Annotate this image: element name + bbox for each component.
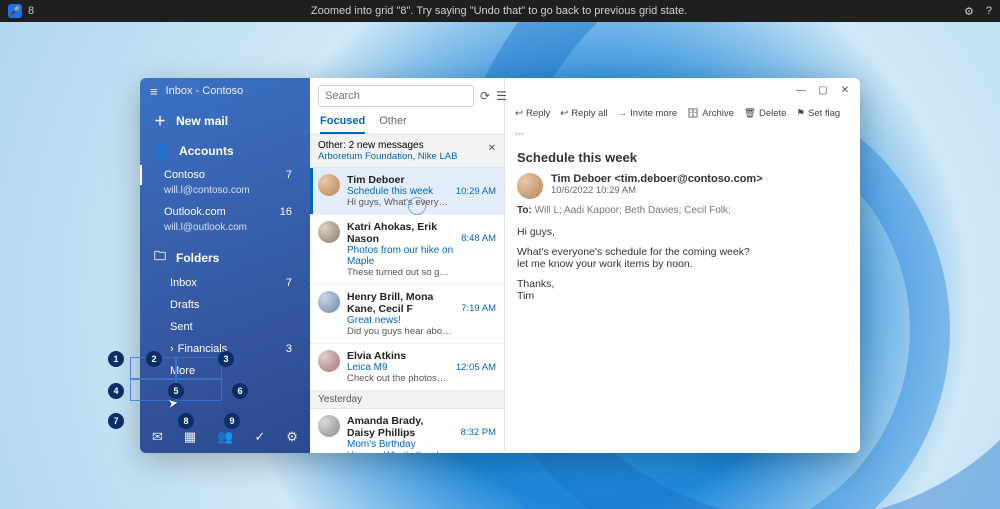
- todo-icon[interactable]: ✓: [254, 429, 265, 445]
- message-item[interactable]: Katri Ahokas, Erik NasonPhotos from our …: [310, 215, 504, 285]
- sent-date: 10/6/2022 10:29 AM: [551, 185, 763, 196]
- tab-other[interactable]: Other: [379, 115, 407, 134]
- message-list-pane: ⟳ ☰ Focused Other Other: 2 new messages …: [310, 78, 505, 453]
- maximize-button[interactable]: ▢: [814, 81, 832, 99]
- folder-icon: 🗀: [154, 247, 166, 268]
- set-flag-button[interactable]: ⚑ Set flag: [796, 108, 840, 119]
- account-contoso-email: will.l@contoso.com: [140, 185, 310, 202]
- voice-hint: Zoomed into grid "8". Try saying "Undo t…: [34, 5, 964, 17]
- hamburger-icon[interactable]: ≡: [150, 84, 158, 99]
- folder-inbox[interactable]: Inbox7: [140, 272, 310, 294]
- cursor-icon: ➤: [167, 395, 179, 411]
- grid-number[interactable]: 8: [178, 413, 194, 429]
- archive-button[interactable]: 🗄 Archive: [687, 108, 734, 119]
- grid-number[interactable]: 4: [108, 383, 124, 399]
- grid-number[interactable]: 1: [108, 351, 124, 367]
- mail-window: ≡ Inbox - Contoso ＋ New mail 👤 Accounts …: [140, 78, 860, 453]
- account-outlook-email: will.l@outlook.com: [140, 222, 310, 239]
- avatar: [318, 415, 340, 437]
- grid-number[interactable]: 3: [218, 351, 234, 367]
- close-button[interactable]: ✕: [836, 81, 854, 99]
- voice-focus-ring: [408, 197, 426, 215]
- person-icon: 👤: [154, 144, 169, 158]
- reply-button[interactable]: ↩ Reply: [515, 108, 550, 119]
- grid-number[interactable]: 2: [146, 351, 162, 367]
- accounts-header[interactable]: 👤 Accounts: [140, 137, 310, 165]
- message-item[interactable]: Amanda Brady, Daisy PhillipsMom's Birthd…: [310, 409, 504, 453]
- account-contoso[interactable]: Contoso 7: [140, 165, 310, 185]
- tab-focused[interactable]: Focused: [320, 115, 365, 134]
- close-icon[interactable]: ✕: [488, 143, 496, 154]
- chevron-right-icon: ›: [170, 343, 174, 355]
- folder-sent[interactable]: Sent: [140, 316, 310, 338]
- avatar: [318, 174, 340, 196]
- delete-button[interactable]: 🗑 Delete: [744, 108, 787, 119]
- message-item[interactable]: Elvia AtkinsLeica M9Check out the photos…: [310, 344, 504, 391]
- search-input[interactable]: [318, 85, 474, 107]
- sender-name: Tim Deboer <tim.deboer@contoso.com>: [551, 173, 763, 185]
- avatar: [517, 173, 543, 199]
- plus-icon: ＋: [154, 112, 166, 129]
- minimize-button[interactable]: —: [792, 81, 810, 99]
- message-item[interactable]: Henry Brill, Mona Kane, Cecil FGreat new…: [310, 285, 504, 344]
- mic-icon[interactable]: 🎤: [8, 4, 22, 18]
- date-separator: Yesterday: [310, 391, 504, 409]
- people-icon[interactable]: 👥: [217, 429, 233, 445]
- more-actions-button[interactable]: ⋯: [515, 129, 525, 140]
- sync-icon[interactable]: ⟳: [480, 89, 490, 103]
- folder-drafts[interactable]: Drafts: [140, 294, 310, 316]
- window-title: Inbox - Contoso: [166, 85, 244, 97]
- settings-icon[interactable]: ⚙: [964, 5, 974, 18]
- grid-number[interactable]: 6: [232, 383, 248, 399]
- reply-all-button[interactable]: ↩ Reply all: [560, 108, 607, 119]
- grid-number[interactable]: 7: [108, 413, 124, 429]
- mail-icon[interactable]: ✉: [152, 429, 163, 445]
- email-subject: Schedule this week: [517, 150, 848, 165]
- voice-access-bar: 🎤 8 Zoomed into grid "8". Try saying "Un…: [0, 0, 1000, 22]
- other-banner[interactable]: Other: 2 new messages Arboretum Foundati…: [310, 135, 504, 168]
- new-mail-button[interactable]: ＋ New mail: [140, 104, 310, 137]
- avatar: [318, 221, 340, 243]
- grid-number[interactable]: 9: [224, 413, 240, 429]
- settings-gear-icon[interactable]: ⚙: [286, 429, 298, 445]
- reading-pane: — ▢ ✕ ↩ Reply ↩ Reply all → Invite more …: [505, 78, 860, 453]
- voice-grid-overlay: 1 2 3 4 5 6 7 8 9: [108, 355, 246, 427]
- help-icon[interactable]: ?: [986, 5, 992, 17]
- to-line: To: Will L; Aadi Kapoor; Beth Davies; Ce…: [517, 205, 848, 216]
- email-body: Hi guys, What's everyone's schedule for …: [517, 226, 848, 302]
- calendar-icon[interactable]: ▦: [184, 429, 196, 445]
- account-outlook[interactable]: Outlook.com 16: [140, 202, 310, 222]
- message-item[interactable]: Tim Deboer Schedule this week Hi guys, W…: [310, 168, 504, 215]
- avatar: [318, 291, 340, 313]
- invite-more-button[interactable]: → Invite more: [618, 108, 678, 119]
- avatar: [318, 350, 340, 372]
- folders-header[interactable]: 🗀 Folders: [140, 239, 310, 272]
